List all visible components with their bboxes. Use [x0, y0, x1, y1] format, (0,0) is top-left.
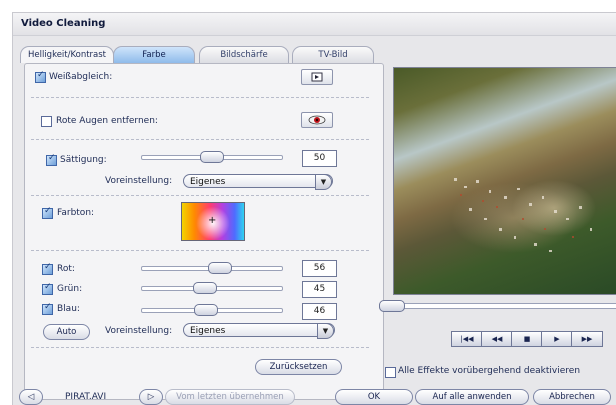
- divider: [31, 250, 369, 251]
- blue-label: Blau:: [57, 304, 80, 314]
- divider: [31, 347, 369, 348]
- redeye-button[interactable]: [301, 112, 333, 128]
- blue-slider-thumb[interactable]: [194, 304, 218, 316]
- red-slider-thumb[interactable]: [208, 262, 232, 274]
- apply-all-button[interactable]: Auf alle anwenden: [415, 389, 529, 405]
- chevron-down-icon[interactable]: ▼: [317, 323, 334, 339]
- hue-label: Farbton:: [57, 208, 95, 218]
- preset1-dropdown[interactable]: Eigenes ▼: [183, 174, 333, 190]
- prev-file-button[interactable]: ◁: [19, 389, 43, 405]
- video-preview: [393, 67, 616, 295]
- green-label: Grün:: [57, 284, 83, 294]
- eye-icon: [308, 115, 326, 125]
- preset1-value: Eigenes: [190, 177, 226, 187]
- window-title: Video Cleaning: [21, 18, 106, 29]
- saturation-label: Sättigung:: [60, 155, 107, 165]
- title-bar: Video Cleaning: [13, 13, 616, 36]
- saturation-value-field[interactable]: 50: [302, 150, 337, 167]
- first-frame-icon: |◀◀: [460, 335, 474, 343]
- redeye-checkbox[interactable]: [41, 116, 52, 127]
- forward-icon: ▶▶: [581, 335, 593, 343]
- play-icon: ▶: [554, 335, 560, 343]
- green-value-field[interactable]: 45: [302, 281, 337, 298]
- divider: [31, 97, 369, 98]
- play-frame-icon: [311, 72, 323, 82]
- filename-label: PIRAT.AVI: [65, 392, 107, 402]
- whitebalance-label: Weißabgleich:: [49, 72, 113, 82]
- rewind-button[interactable]: ◀◀: [481, 331, 513, 347]
- tab-farbe[interactable]: Farbe: [113, 46, 195, 63]
- red-label: Rot:: [57, 264, 75, 274]
- disable-effects-checkbox[interactable]: [385, 367, 396, 378]
- whitebalance-checkbox[interactable]: [35, 70, 46, 83]
- whitebalance-picker-button[interactable]: [301, 69, 333, 85]
- video-position-thumb[interactable]: [379, 300, 405, 312]
- first-frame-button[interactable]: |◀◀: [451, 331, 483, 347]
- chevron-down-icon[interactable]: ▼: [315, 174, 332, 190]
- reset-button[interactable]: Zurücksetzen: [255, 359, 342, 375]
- redeye-label: Rote Augen entfernen:: [56, 116, 158, 126]
- copy-from-previous-button[interactable]: Vom letzten übernehmen: [165, 389, 295, 405]
- saturation-slider-thumb[interactable]: [200, 151, 224, 163]
- saturation-checkbox[interactable]: [46, 153, 57, 166]
- video-cleaning-window: Video Cleaning Helligkeit/Kontrast Farbe…: [12, 12, 616, 405]
- stop-button[interactable]: ■: [511, 331, 543, 347]
- preset2-value: Eigenes: [190, 326, 226, 336]
- auto-button[interactable]: Auto: [43, 324, 90, 340]
- divider: [31, 195, 369, 196]
- green-checkbox[interactable]: [42, 282, 53, 295]
- blue-value-field[interactable]: 46: [302, 303, 337, 320]
- tab-helligkeit-kontrast[interactable]: Helligkeit/Kontrast: [20, 46, 114, 63]
- divider: [31, 139, 369, 140]
- arrow-right-icon: ▷: [147, 392, 155, 402]
- play-button[interactable]: ▶: [541, 331, 573, 347]
- cancel-button[interactable]: Abbrechen: [533, 389, 611, 405]
- stop-icon: ■: [523, 335, 531, 343]
- preset2-dropdown[interactable]: Eigenes ▼: [183, 323, 335, 339]
- hue-color-picker[interactable]: +: [181, 202, 245, 241]
- arrow-left-icon: ◁: [27, 392, 35, 402]
- hue-checkbox[interactable]: [42, 206, 53, 219]
- preset2-label: Voreinstellung:: [105, 326, 173, 336]
- preset1-label: Voreinstellung:: [105, 176, 173, 186]
- aerial-town-image: [454, 178, 592, 252]
- red-checkbox[interactable]: [42, 262, 53, 275]
- next-file-button[interactable]: ▷: [139, 389, 163, 405]
- red-value-field[interactable]: 56: [302, 260, 337, 277]
- disable-effects-label: Alle Effekte vorübergehend deaktivieren: [398, 366, 581, 376]
- tab-tv-bild[interactable]: TV-Bild: [292, 46, 374, 63]
- ok-button[interactable]: OK: [335, 389, 413, 405]
- video-position-slider[interactable]: [379, 303, 616, 309]
- rewind-icon: ◀◀: [491, 335, 503, 343]
- crosshair-icon: +: [208, 215, 217, 226]
- green-slider-thumb[interactable]: [193, 282, 217, 294]
- forward-button[interactable]: ▶▶: [571, 331, 603, 347]
- tab-bildschaerfe[interactable]: Bildschärfe: [199, 46, 289, 63]
- blue-checkbox[interactable]: [42, 302, 53, 315]
